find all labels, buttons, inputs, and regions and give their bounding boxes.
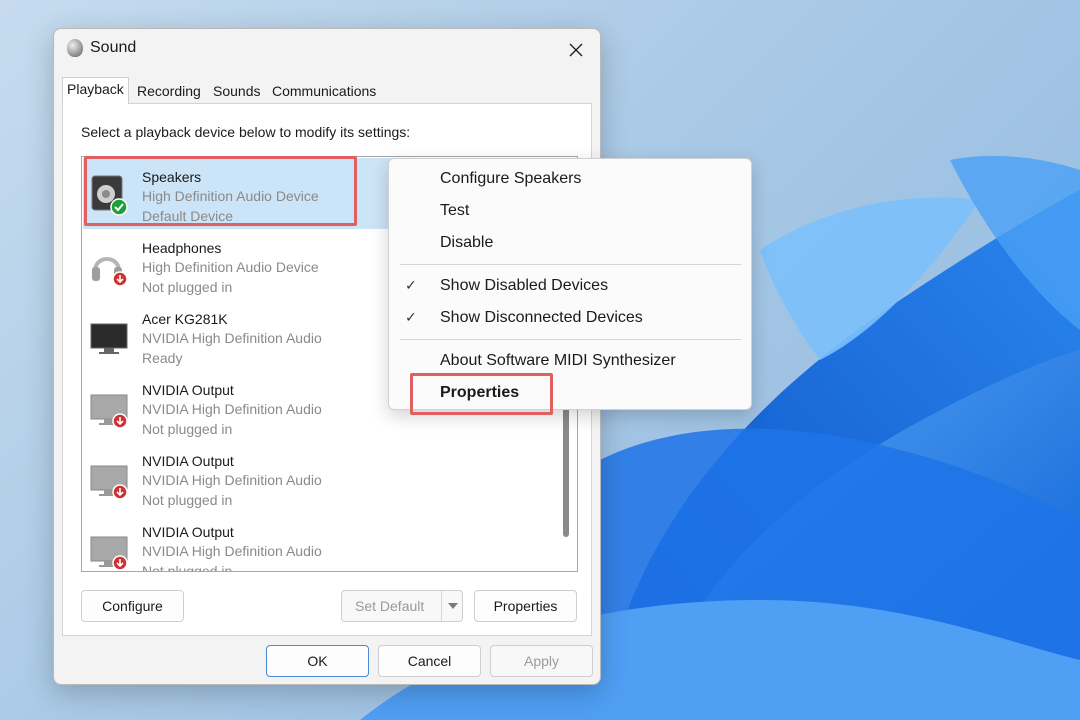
device-description: NVIDIA High Definition Audio (142, 330, 322, 346)
menu-item-test[interactable]: Test (389, 196, 751, 226)
cancel-button[interactable]: Cancel (378, 645, 481, 677)
menu-separator (400, 264, 741, 265)
tab-playback[interactable]: Playback (62, 77, 129, 104)
device-name: Acer KG281K (142, 311, 228, 327)
monitor-icon (90, 394, 128, 429)
sound-app-icon (67, 39, 83, 57)
close-icon (569, 43, 583, 57)
device-name: NVIDIA Output (142, 453, 234, 469)
device-description: NVIDIA High Definition Audio (142, 543, 322, 559)
menu-item-label: About Software MIDI Synthesizer (440, 352, 676, 369)
title-bar[interactable]: Sound (54, 29, 600, 69)
set-default-label: Set Default (355, 598, 425, 614)
close-button[interactable] (558, 35, 594, 65)
menu-separator (400, 339, 741, 340)
tab-communications[interactable]: Communications (268, 80, 380, 104)
menu-item-label: Show Disabled Devices (440, 277, 609, 294)
device-name: Headphones (142, 240, 222, 256)
menu-item-show-disconnected-devices[interactable]: ✓ Show Disconnected Devices (389, 303, 751, 333)
menu-item-about-midi-synthesizer[interactable]: About Software MIDI Synthesizer (389, 346, 751, 376)
menu-item-show-disabled-devices[interactable]: ✓ Show Disabled Devices (389, 271, 751, 301)
tab-sounds[interactable]: Sounds (209, 80, 264, 104)
properties-button[interactable]: Properties (474, 590, 577, 622)
device-description: NVIDIA High Definition Audio (142, 401, 322, 417)
monitor-icon (90, 536, 128, 571)
device-name: NVIDIA Output (142, 524, 234, 540)
monitor-icon (90, 323, 128, 354)
device-status: Not plugged in (142, 563, 233, 572)
set-default-button[interactable]: Set Default (341, 590, 463, 622)
device-status: Ready (142, 350, 183, 366)
device-status: Not plugged in (142, 492, 233, 508)
properties-highlight (410, 373, 553, 415)
device-nvidia-output-2[interactable]: NVIDIA Output NVIDIA High Definition Aud… (83, 442, 553, 513)
instruction-text: Select a playback device below to modify… (81, 124, 411, 140)
dialog-title: Sound (90, 39, 137, 56)
device-status: Not plugged in (142, 279, 233, 295)
speakers-highlight (84, 156, 357, 226)
ok-button[interactable]: OK (266, 645, 369, 677)
menu-item-label: Configure Speakers (440, 170, 582, 187)
device-description: High Definition Audio Device (142, 259, 319, 275)
menu-item-configure-speakers[interactable]: Configure Speakers (389, 164, 751, 194)
device-name: NVIDIA Output (142, 382, 234, 398)
menu-item-label: Disable (440, 234, 494, 251)
tab-recording[interactable]: Recording (133, 80, 205, 104)
configure-button[interactable]: Configure (81, 590, 184, 622)
menu-item-label: Show Disconnected Devices (440, 309, 643, 326)
checkmark-icon: ✓ (405, 277, 417, 293)
menu-item-disable[interactable]: Disable (389, 228, 751, 258)
checkmark-icon: ✓ (405, 309, 417, 325)
device-status: Not plugged in (142, 421, 233, 437)
set-default-dropdown[interactable] (441, 591, 463, 621)
apply-button[interactable]: Apply (490, 645, 593, 677)
device-description: NVIDIA High Definition Audio (142, 472, 322, 488)
monitor-icon (90, 465, 128, 500)
chevron-down-icon (447, 603, 458, 609)
menu-item-label: Test (440, 202, 470, 219)
headphones-icon (92, 257, 128, 287)
device-nvidia-output-3[interactable]: NVIDIA Output NVIDIA High Definition Aud… (83, 513, 553, 572)
